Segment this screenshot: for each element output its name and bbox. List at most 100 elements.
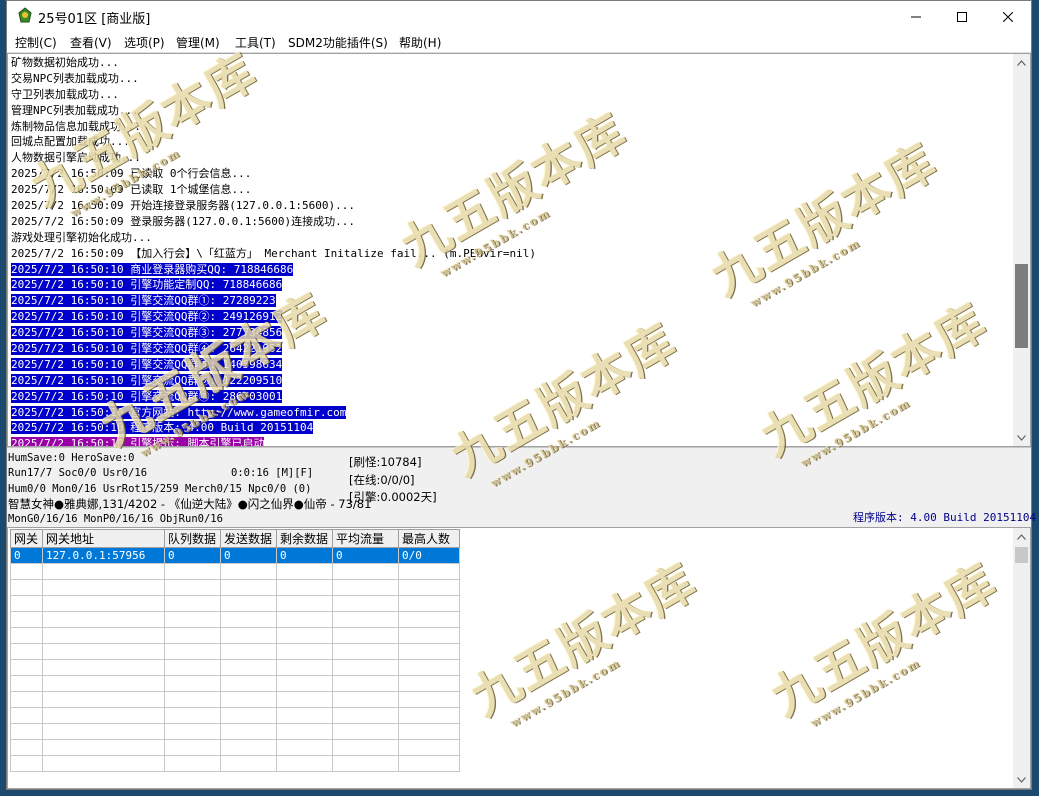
table-cell <box>42 611 165 628</box>
status-run: Run17/7 Soc0/0 Usr0/16 <box>8 467 148 479</box>
table-cell <box>164 627 221 644</box>
scroll-up-button[interactable] <box>1013 54 1030 71</box>
scroll-thumb[interactable] <box>1015 264 1028 348</box>
log-line: 2025/7/2 16:50:09 登录服务器(127.0.0.1:5600)连… <box>11 214 536 230</box>
grid-scrollbar[interactable] <box>1013 528 1030 788</box>
menu-tools[interactable]: 工具(T) <box>235 34 276 51</box>
status-save: HumSave:0 HeroSave:0 <box>8 452 135 464</box>
menu-help[interactable]: 帮助(H) <box>399 34 441 51</box>
table-cell <box>10 627 43 644</box>
close-button[interactable] <box>985 1 1031 32</box>
column-header[interactable]: 队列数据 <box>164 529 221 548</box>
table-row[interactable] <box>10 611 460 628</box>
table-cell <box>332 675 399 692</box>
menu-view[interactable]: 查看(V) <box>70 34 112 51</box>
table-row[interactable] <box>10 563 460 580</box>
log-pane[interactable]: 矿物数据初始成功... 交易NPC列表加载成功... 守卫列表加载成功... 管理NP… <box>7 53 1031 447</box>
menu-bar: 控制(C) 查看(V) 选项(P) 管理(M) 工具(T) SDM2功能插件(S… <box>7 32 1031 53</box>
table-cell <box>276 579 333 596</box>
chevron-up-icon <box>1017 533 1026 540</box>
log-line: 游戏处理引擎初始化成功... <box>11 230 536 246</box>
table-row[interactable] <box>10 643 460 660</box>
table-cell <box>10 755 43 772</box>
title-bar[interactable]: 25号01区 [商业版] <box>7 1 1031 32</box>
log-line: 2025/7/2 16:50:10 引擎交流QQ群③: 277734856 <box>11 325 536 341</box>
table-cell <box>398 643 460 660</box>
table-cell <box>276 675 333 692</box>
scroll-down-button[interactable] <box>1013 429 1030 446</box>
table-cell <box>220 755 277 772</box>
table-row[interactable] <box>10 723 460 740</box>
table-row[interactable] <box>10 627 460 644</box>
log-line-text: 2025/7/2 16:50:09 已读取 0个行会信息... <box>11 167 252 181</box>
column-header[interactable]: 发送数据 <box>220 529 277 548</box>
column-header[interactable]: 剩余数据 <box>276 529 333 548</box>
table-cell <box>398 563 460 580</box>
table-cell: 0 <box>332 547 399 564</box>
log-line-text: 2025/7/2 16:50:10 引擎交流QQ群⑥: 122209510 <box>11 373 283 387</box>
table-cell <box>398 611 460 628</box>
menu-control[interactable]: 控制(C) <box>15 34 57 51</box>
table-cell: 0 <box>164 547 221 564</box>
minimize-icon <box>911 16 921 17</box>
table-cell <box>276 563 333 580</box>
table-cell <box>398 691 460 708</box>
table-row[interactable] <box>10 595 460 612</box>
table-cell <box>42 755 165 772</box>
table-row[interactable] <box>10 707 460 724</box>
table-cell: 127.0.0.1:57956 <box>42 547 165 564</box>
menu-sdm2-plugins[interactable]: SDM2功能插件(S) <box>288 34 388 51</box>
table-cell <box>10 579 43 596</box>
table-row[interactable] <box>10 659 460 676</box>
column-header[interactable]: 网关 <box>10 529 43 548</box>
table-cell <box>164 723 221 740</box>
gateway-table[interactable]: 网关 网关地址 队列数据 发送数据 剩余数据 平均流量 最高人数 0 127.0.… <box>10 529 460 772</box>
maximize-button[interactable] <box>939 1 985 32</box>
table-cell <box>42 659 165 676</box>
column-header[interactable]: 网关地址 <box>42 529 165 548</box>
menu-options[interactable]: 选项(P) <box>124 34 165 51</box>
table-row[interactable] <box>10 739 460 756</box>
table-cell <box>276 595 333 612</box>
table-cell <box>10 691 43 708</box>
column-header[interactable]: 平均流量 <box>332 529 399 548</box>
grid-scroll-down-button[interactable] <box>1013 771 1030 788</box>
grid-scroll-thumb[interactable] <box>1015 547 1028 563</box>
table-cell <box>332 723 399 740</box>
log-line: 2025/7/2 16:50:10 引擎交流QQ群⑥: 122209510 <box>11 373 536 389</box>
menu-manage[interactable]: 管理(M) <box>176 34 220 51</box>
table-row[interactable] <box>10 691 460 708</box>
log-line-text: 矿物数据初始成功... <box>11 56 119 69</box>
table-cell <box>398 579 460 596</box>
table-cell: 0 <box>10 547 43 564</box>
log-line-text: 2025/7/2 16:50:10 官方网站: http://www.gameo… <box>11 405 347 419</box>
table-row[interactable] <box>10 675 460 692</box>
status-monsters: MonG0/16/16 MonP0/16/16 ObjRun0/16 <box>8 513 223 525</box>
table-cell <box>332 627 399 644</box>
log-line-text: 2025/7/2 16:50:09 【加入行会】\「红蓝方」 Merchant … <box>11 246 536 260</box>
log-line-text: 2025/7/2 16:50:09 登录服务器(127.0.0.1:5600)连… <box>11 214 356 228</box>
table-row[interactable]: 0 127.0.0.1:57956 0 0 0 0 0/0 <box>10 547 460 564</box>
log-line-text: 2025/7/2 16:50:10 引擎交流QQ群③: 277734856 <box>11 326 283 340</box>
log-line: 矿物数据初始成功... <box>11 55 536 71</box>
column-header[interactable]: 最高人数 <box>398 529 460 548</box>
table-cell <box>164 675 221 692</box>
table-row[interactable] <box>10 579 460 596</box>
table-cell <box>332 739 399 756</box>
table-row[interactable] <box>10 755 460 772</box>
minimize-button[interactable] <box>893 1 939 32</box>
log-line: 管理NPC列表加载成功... <box>11 103 536 119</box>
table-cell <box>10 723 43 740</box>
table-cell <box>398 627 460 644</box>
grid-scroll-up-button[interactable] <box>1013 528 1030 545</box>
gateway-grid-pane[interactable]: 网关 网关地址 队列数据 发送数据 剩余数据 平均流量 最高人数 0 127.0.… <box>7 527 1031 789</box>
server-window: 25号01区 [商业版] 控制(C) 查看(V) 选项(P) 管理(M) 工具(… <box>6 0 1036 790</box>
table-cell <box>332 691 399 708</box>
log-scrollbar[interactable] <box>1013 54 1030 446</box>
log-line: 交易NPC列表加载成功... <box>11 71 536 87</box>
table-cell <box>10 611 43 628</box>
table-cell <box>398 595 460 612</box>
window-title: 25号01区 [商业版] <box>38 12 151 27</box>
close-icon <box>1003 11 1013 22</box>
table-cell <box>276 643 333 660</box>
